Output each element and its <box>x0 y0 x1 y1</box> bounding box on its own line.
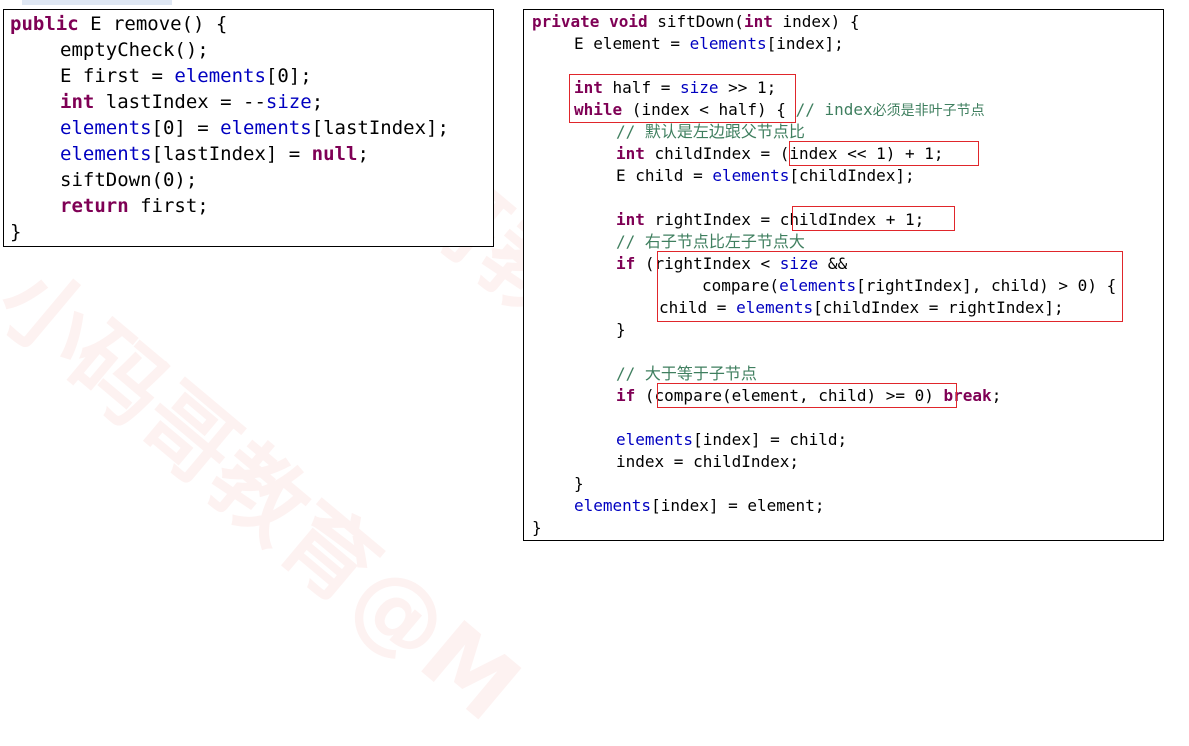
code-line: index = childIndex; <box>616 452 800 471</box>
code-line: emptyCheck(); <box>60 39 209 61</box>
remove-method-code-panel: public E remove() { emptyCheck(); E firs… <box>3 9 494 247</box>
code-line: return first; <box>60 195 209 217</box>
highlight-box <box>789 141 979 166</box>
code-line: siftDown(0); <box>60 169 198 191</box>
code-line: // 大于等于子节点 <box>616 364 757 383</box>
code-line: E child = elements[childIndex]; <box>616 166 915 185</box>
code-line: } <box>574 474 584 493</box>
highlight-box <box>657 383 957 408</box>
code-line: } <box>10 221 22 243</box>
highlight-box <box>657 251 1123 322</box>
code-line: // 默认是左边跟父节点比 <box>616 122 805 141</box>
siftdown-method-code-panel: private void siftDown(int index) { E ele… <box>523 9 1164 541</box>
code-line: elements[index] = child; <box>616 430 848 449</box>
code-line: } <box>616 320 626 339</box>
top-accent-bar <box>22 0 172 5</box>
highlight-box <box>792 206 955 231</box>
code-line: elements[index] = element; <box>574 496 825 515</box>
code-line: // 右子节点比左子节点大 <box>616 232 805 251</box>
code-line: private void siftDown(int index) { <box>532 12 860 31</box>
code-line: } <box>532 518 542 537</box>
code-line: public E remove() { <box>10 13 228 35</box>
watermark: 小码哥教育@M <box>0 246 540 742</box>
highlight-box <box>569 74 796 123</box>
code-line: elements[0] = elements[lastIndex]; <box>60 117 449 139</box>
code-line: elements[lastIndex] = null; <box>60 143 369 165</box>
code-line: int lastIndex = --size; <box>60 91 324 113</box>
code-line: E element = elements[index]; <box>574 34 844 53</box>
code-line: E first = elements[0]; <box>60 65 312 87</box>
